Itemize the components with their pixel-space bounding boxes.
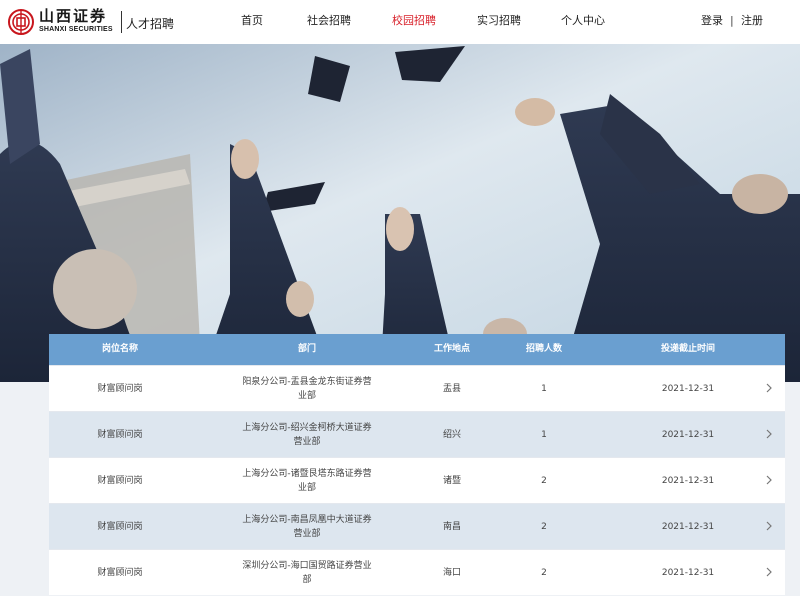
cell-deadline: 2021-12-31 (661, 429, 715, 440)
chevron-right-icon[interactable] (763, 428, 775, 440)
top-header: 山西证券 SHANXI SECURITIES 人才招聘 首页 社会招聘 校园招聘… (0, 0, 800, 44)
cell-headcount: 2 (541, 521, 547, 532)
table-row[interactable]: 财富顾问岗 上海分公司-诸暨艮塔东路证券营业部 诸暨 2 2021-12-31 (49, 457, 785, 503)
table-row[interactable]: 财富顾问岗 上海分公司-南昌凤凰中大道证券营业部 南昌 2 2021-12-31 (49, 503, 785, 549)
chevron-right-icon[interactable] (763, 520, 775, 532)
logo-subtitle: 人才招聘 (126, 17, 175, 31)
login-link[interactable]: 登录 (701, 14, 723, 28)
cell-headcount: 1 (541, 383, 547, 394)
table-row[interactable]: 财富顾问岗 上海分公司-绍兴金柯桥大道证券营业部 绍兴 1 2021-12-31 (49, 411, 785, 457)
nav-campus-recruitment[interactable]: 校园招聘 (392, 14, 436, 28)
column-header-position: 岗位名称 (101, 344, 138, 354)
logo-divider (121, 11, 122, 33)
hero-banner (0, 44, 800, 382)
chevron-right-icon[interactable] (763, 474, 775, 486)
table-row[interactable]: 财富顾问岗 阳泉分公司-盂县金龙东街证券营业部 盂县 1 2021-12-31 (49, 365, 785, 411)
cell-headcount: 2 (541, 475, 547, 486)
page: 山西证券 SHANXI SECURITIES 人才招聘 首页 社会招聘 校园招聘… (0, 0, 800, 596)
graduation-caps-banner-image (0, 44, 800, 382)
column-header-deadline: 投递截止时间 (660, 344, 715, 354)
cell-position: 财富顾问岗 (97, 475, 143, 486)
logo-chinese-name: 山西证券 (39, 7, 108, 25)
cell-position: 财富顾问岗 (97, 429, 143, 440)
register-link[interactable]: 注册 (741, 14, 763, 28)
nav-social-recruitment[interactable]: 社会招聘 (307, 14, 351, 28)
cell-position: 财富顾问岗 (97, 383, 143, 394)
cell-deadline: 2021-12-31 (661, 383, 715, 394)
table-row[interactable]: 财富顾问岗 深圳分公司-海口国贸路证券营业部 海口 2 2021-12-31 (49, 549, 785, 595)
nav-internship-recruitment[interactable]: 实习招聘 (477, 14, 521, 28)
chevron-right-icon[interactable] (763, 382, 775, 394)
chevron-right-icon[interactable] (763, 566, 775, 578)
table-header: 岗位名称 部门 工作地点 招聘人数 投递截止时间 (49, 334, 785, 365)
cell-headcount: 2 (541, 567, 547, 578)
cell-deadline: 2021-12-31 (661, 475, 715, 486)
brand-logo[interactable]: 山西证券 SHANXI SECURITIES 人才招聘 (8, 6, 178, 38)
cell-deadline: 2021-12-31 (661, 521, 715, 532)
cell-headcount: 1 (541, 429, 547, 440)
cell-position: 财富顾问岗 (97, 521, 143, 532)
campus-job-table: 岗位名称 部门 工作地点 招聘人数 投递截止时间 财富顾问岗 阳泉分公司-盂县金… (49, 334, 785, 595)
shanxi-securities-logo-icon (8, 9, 34, 35)
cell-deadline: 2021-12-31 (661, 567, 715, 578)
nav-personal-center[interactable]: 个人中心 (561, 14, 605, 28)
logo-english-name: SHANXI SECURITIES (39, 26, 113, 33)
auth-separator: | (730, 14, 734, 27)
nav-home[interactable]: 首页 (241, 14, 263, 28)
column-header-headcount: 招聘人数 (525, 344, 562, 354)
cell-position: 财富顾问岗 (97, 567, 143, 578)
